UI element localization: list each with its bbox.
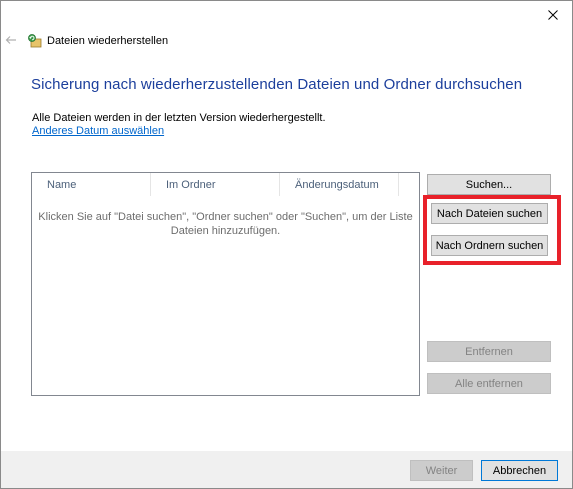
remove-all-button[interactable]: Alle entfernen bbox=[427, 373, 551, 394]
empty-list-hint: Klicken Sie auf "Datei suchen", "Ordner … bbox=[32, 210, 419, 238]
choose-date-link[interactable]: Anderes Datum auswählen bbox=[32, 125, 164, 137]
column-header-modified[interactable]: Änderungsdatum bbox=[280, 173, 398, 196]
file-list[interactable]: Name Im Ordner Änderungsdatum Klicken Si… bbox=[31, 172, 420, 396]
info-text: Alle Dateien werden in der letzten Versi… bbox=[32, 112, 326, 124]
restore-files-dialog: Dateien wiederherstellen Sicherung nach … bbox=[0, 0, 573, 489]
empty-list-hint-line-1: Klicken Sie auf "Datei suchen", "Ordner … bbox=[38, 211, 413, 223]
window-title: Dateien wiederherstellen bbox=[47, 35, 169, 47]
highlight-annotation bbox=[423, 195, 561, 265]
cancel-button[interactable]: Abbrechen bbox=[481, 460, 558, 481]
next-button[interactable]: Weiter bbox=[410, 460, 473, 481]
column-header-name[interactable]: Name bbox=[32, 173, 150, 196]
close-button[interactable] bbox=[542, 5, 564, 25]
restore-files-icon bbox=[28, 34, 42, 48]
search-button[interactable]: Suchen... bbox=[427, 174, 551, 195]
back-button[interactable] bbox=[4, 32, 18, 48]
column-separator[interactable] bbox=[398, 173, 399, 196]
back-arrow-icon bbox=[5, 36, 16, 44]
remove-button[interactable]: Entfernen bbox=[427, 341, 551, 362]
page-heading: Sicherung nach wiederherzustellenden Dat… bbox=[31, 76, 523, 93]
empty-list-hint-line-2: Dateien hinzuzufügen. bbox=[170, 225, 281, 237]
close-icon bbox=[548, 10, 558, 20]
column-header-folder[interactable]: Im Ordner bbox=[151, 173, 279, 196]
dialog-footer: Weiter Abbrechen bbox=[1, 451, 572, 488]
